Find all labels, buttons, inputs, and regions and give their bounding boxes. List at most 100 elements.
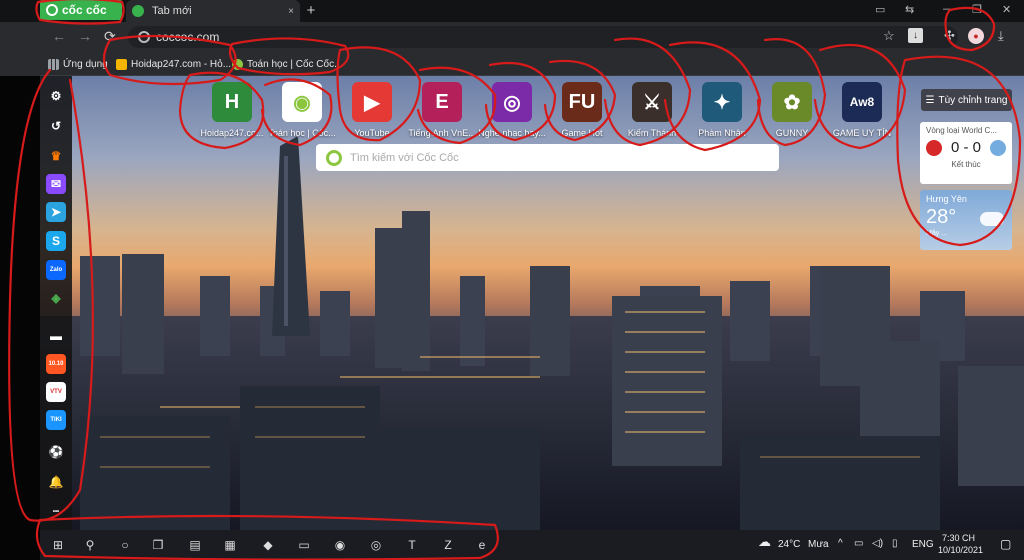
address-bar[interactable]: coccoc.com (128, 26, 958, 48)
search-box[interactable] (316, 144, 779, 171)
bookmark-hoidap247[interactable]: Hoidap247.com - Hỏ... (116, 56, 231, 72)
downloads-icon[interactable]: ⤓ (998, 28, 1004, 44)
extensions-icon[interactable]: ✣ (944, 28, 955, 44)
bookmark-label: Hoidap247.com - Hỏ... (131, 58, 232, 70)
site-icon (138, 31, 150, 43)
new-tab-button[interactable]: + (302, 2, 320, 20)
language-indicator[interactable]: ENG (912, 539, 934, 550)
taskbar-weather-desc[interactable]: Mưa (808, 539, 829, 550)
messenger-icon[interactable]: ✉ (46, 174, 66, 194)
tile-icon: ⚔ (632, 82, 672, 122)
tile-icon: ✿ (772, 82, 812, 122)
app-pinned-1-icon[interactable]: ▤ (185, 535, 205, 555)
sports-widget[interactable]: Vòng loại World C... 0 - 0 Kết thúc (920, 122, 1012, 184)
coccoc-search-icon (326, 149, 342, 166)
file-explorer-icon[interactable]: ▭ (294, 535, 314, 555)
search-input[interactable] (350, 151, 730, 164)
team1-flag-icon (926, 139, 942, 156)
gamepad-icon[interactable]: ◈ (46, 288, 66, 308)
speed-dial-tile[interactable]: ✿ GUNNY (757, 82, 827, 142)
speed-dial-tile[interactable]: Aw8 GAME UY TÍN (827, 82, 897, 142)
speed-dial-tile[interactable]: ⚔ Kiếm Thánh (617, 82, 687, 142)
cast-icon[interactable]: ▭ (875, 3, 885, 16)
screen-left-margin (0, 76, 40, 560)
search-icon[interactable]: ⚲ (80, 535, 100, 555)
speed-dial-tile[interactable]: H Hoidap247.co... (197, 82, 267, 142)
windows-start-icon[interactable]: ⊞ (48, 535, 68, 555)
bookmark-toan-hoc[interactable]: Toán học | Cốc Cốc... (232, 56, 342, 72)
maximize-button[interactable]: ❐ (972, 3, 982, 16)
tab-new-tab[interactable]: Tab mới × (126, 0, 300, 22)
history-icon[interactable]: ↺ (46, 116, 66, 136)
bookmark-apps[interactable]: Ứng dụng (48, 56, 108, 72)
taskbar-weather-temp[interactable]: 24°C (778, 539, 800, 550)
clock-date[interactable]: 10/10/2021 (938, 545, 983, 555)
tile-icon: ◉ (282, 82, 322, 122)
skype-icon[interactable]: S (46, 231, 66, 251)
back-button[interactable]: ← (52, 28, 66, 44)
speed-dial-tile[interactable]: ✦ Phàm Nhân (687, 82, 757, 142)
tab-close-button[interactable]: × (288, 6, 294, 17)
brand-label: cốc cốc (62, 3, 107, 17)
vtv-icon[interactable]: VTV (46, 382, 66, 402)
football-icon[interactable]: ⚽ (46, 442, 66, 462)
weather-widget[interactable]: Hưng Yên 28° Mây ... (920, 190, 1012, 250)
tile-label: Hoidap247.co... (200, 128, 264, 138)
speed-dial-tile[interactable]: ◉ Toán học | Cốc... (267, 82, 337, 142)
apps-grid-icon (48, 58, 59, 70)
cortana-icon[interactable]: ○ (115, 535, 135, 555)
customize-label: Tùy chỉnh trang (938, 94, 1008, 106)
speed-dial-tile[interactable]: E Tiếng Anh VnE... (407, 82, 477, 142)
coccoc-taskbar-icon[interactable]: ◎ (366, 535, 386, 555)
cloud-icon (980, 212, 1004, 226)
windows-taskbar: ☁ 24°C Mưa ^ ▭ ◁) ▯ ENG 7:30 CH 10/10/20… (40, 530, 1024, 560)
cloud-rain-icon: ☁ (758, 534, 771, 549)
speed-dial-tile[interactable]: ▶ YouTube (337, 82, 407, 142)
tile-label: Game Hot (561, 128, 603, 138)
customize-page-button[interactable]: ☰ Tùy chỉnh trang (921, 89, 1012, 111)
hoidap-icon (116, 58, 127, 70)
app-pinned-2-icon[interactable]: ◆ (258, 535, 278, 555)
tile-label: Nghe nhạc hay... (478, 128, 546, 138)
zalo-icon[interactable]: Zalo (46, 260, 66, 280)
tab-strip: cốc cốc Tab mới × + ▭ ⇆ — ❐ ✕ (0, 0, 1024, 22)
speed-dial-tile[interactable]: ◎ Nghe nhạc hay... (477, 82, 547, 142)
profile-icon[interactable]: ● (968, 28, 984, 44)
tile-label: GAME UY TÍN (832, 128, 892, 138)
tab-search-icon[interactable]: ⇆ (905, 3, 914, 16)
shopping-icon[interactable]: 10.10 (46, 354, 66, 374)
calculator-icon[interactable]: ▦ (220, 535, 240, 555)
bell-icon[interactable]: 🔔 (46, 472, 66, 492)
speed-dial-tile[interactable]: FU Game Hot (547, 82, 617, 142)
tile-icon: H (212, 82, 252, 122)
teams-icon[interactable]: T (402, 535, 422, 555)
volume-icon[interactable]: ◁) (872, 538, 883, 549)
coccoc-logo-icon (46, 4, 58, 16)
tile-icon: FU (562, 82, 602, 122)
settings-icon[interactable]: ⚙ (46, 86, 66, 106)
tray-chevron-icon[interactable]: ^ (838, 538, 843, 549)
network-icon[interactable]: ▭ (854, 538, 863, 549)
match-score: 0 - 0 (950, 139, 981, 156)
download-badge-icon[interactable]: ↓ (908, 28, 923, 43)
tile-icon: Aw8 (842, 82, 882, 122)
left-sidebar: ⚙ ↺ ♛ ✉ ➤ S Zalo ◈ ▬ 10.10 VTV TIKI ⚽ 🔔 ••• (40, 76, 72, 530)
reload-button[interactable]: ⟳ (104, 28, 116, 45)
forward-button[interactable]: → (78, 28, 92, 44)
notifications-icon[interactable]: ▢ (1000, 537, 1011, 551)
close-window-button[interactable]: ✕ (1002, 3, 1011, 16)
battery-icon[interactable]: ▯ (892, 538, 898, 549)
minimize-button[interactable]: — (943, 3, 954, 15)
coccoc-brand-button[interactable]: cốc cốc (40, 0, 122, 20)
clock-time[interactable]: 7:30 CH (942, 533, 975, 543)
chrome-icon[interactable]: ◉ (330, 535, 350, 555)
toolbar: ← → ⟳ coccoc.com ☆ ↓ ✣ ● ⤓ (40, 22, 1024, 52)
zalo-taskbar-icon[interactable]: Z (438, 535, 458, 555)
more-icon[interactable]: ••• (46, 502, 66, 522)
crown-icon[interactable]: ♛ (46, 146, 66, 166)
task-view-icon[interactable]: ❒ (148, 535, 168, 555)
telegram-icon[interactable]: ➤ (46, 202, 66, 222)
edge-icon[interactable]: e (472, 535, 492, 555)
tiki-icon[interactable]: TIKI (46, 410, 66, 430)
star-icon[interactable]: ☆ (883, 28, 895, 44)
